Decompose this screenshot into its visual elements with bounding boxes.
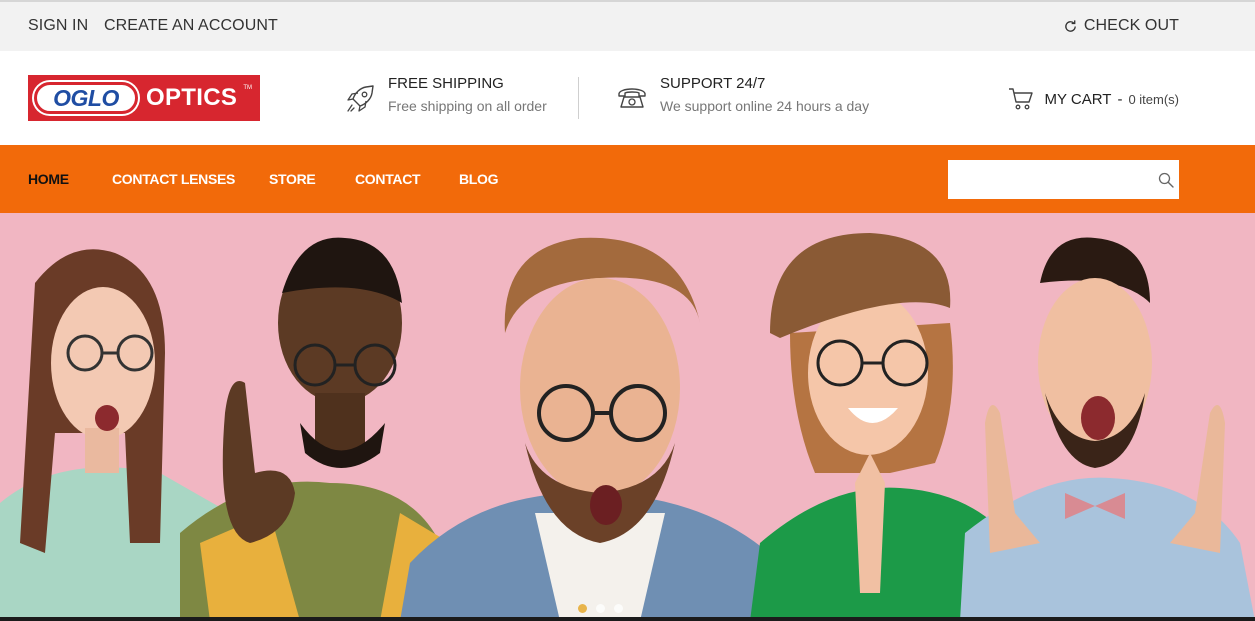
nav-blog[interactable]: BLOG xyxy=(459,171,499,187)
my-cart[interactable]: MY CART - 0 item(s) xyxy=(1008,86,1179,112)
slider-dots xyxy=(578,604,623,613)
rocket-icon xyxy=(347,85,374,112)
create-account-link[interactable]: CREATE AN ACCOUNT xyxy=(104,17,278,35)
checkout-label: CHECK OUT xyxy=(1083,17,1179,34)
telephone-icon xyxy=(618,88,646,108)
cart-label: MY CART xyxy=(1044,90,1112,108)
slider-dot-3[interactable] xyxy=(614,604,623,613)
hero-slider[interactable] xyxy=(0,213,1255,621)
free-shipping-title: FREE SHIPPING xyxy=(388,75,504,92)
hero-people-image xyxy=(0,233,1255,621)
main-nav: HOME CONTACT LENSES STORE CONTACT BLOG xyxy=(0,145,1255,213)
logo-oglo-text: OGLO xyxy=(53,84,119,111)
nav-contact-lenses[interactable]: CONTACT LENSES xyxy=(112,171,235,187)
person-man-surprised-center xyxy=(400,237,800,621)
refresh-icon xyxy=(1065,19,1076,32)
cart-separator: - xyxy=(1117,90,1123,108)
slider-dot-1[interactable] xyxy=(578,604,587,613)
header: OGLO OPTICS TM FREE SHIPPING Free shippi… xyxy=(0,51,1255,145)
logo-trademark: TM xyxy=(243,85,252,91)
logo-pill: OGLO xyxy=(34,82,138,114)
cart-icon xyxy=(1009,88,1034,110)
search-button[interactable] xyxy=(1153,160,1179,199)
search-icon xyxy=(1158,172,1174,188)
free-shipping-desc: Free shipping on all order xyxy=(388,98,547,114)
nav-store[interactable]: STORE xyxy=(269,171,316,187)
cart-count: 0 item(s) xyxy=(1128,91,1179,107)
search-box xyxy=(948,160,1179,199)
nav-contact[interactable]: CONTACT xyxy=(355,171,421,187)
sign-in-link[interactable]: SIGN IN xyxy=(28,17,88,35)
checkout-link[interactable]: CHECK OUT xyxy=(1063,17,1179,35)
support-title: SUPPORT 24/7 xyxy=(660,75,766,92)
search-input[interactable] xyxy=(948,160,1153,199)
feature-divider xyxy=(578,77,579,119)
nav-home[interactable]: HOME xyxy=(28,171,69,187)
support-feature: SUPPORT 24/7 We support online 24 hours … xyxy=(616,75,869,115)
oglo-optics-logo[interactable]: OGLO OPTICS TM xyxy=(28,75,260,121)
support-desc: We support online 24 hours a day xyxy=(660,98,870,114)
top-bar: SIGN IN CREATE AN ACCOUNT CHECK OUT xyxy=(0,0,1255,51)
slider-dot-2[interactable] xyxy=(596,604,605,613)
person-man-bowtie xyxy=(960,237,1255,621)
logo-optics-text: OPTICS xyxy=(146,84,238,111)
free-shipping-feature: FREE SHIPPING Free shipping on all order xyxy=(344,75,547,115)
hero-bottom-strip xyxy=(0,617,1255,621)
